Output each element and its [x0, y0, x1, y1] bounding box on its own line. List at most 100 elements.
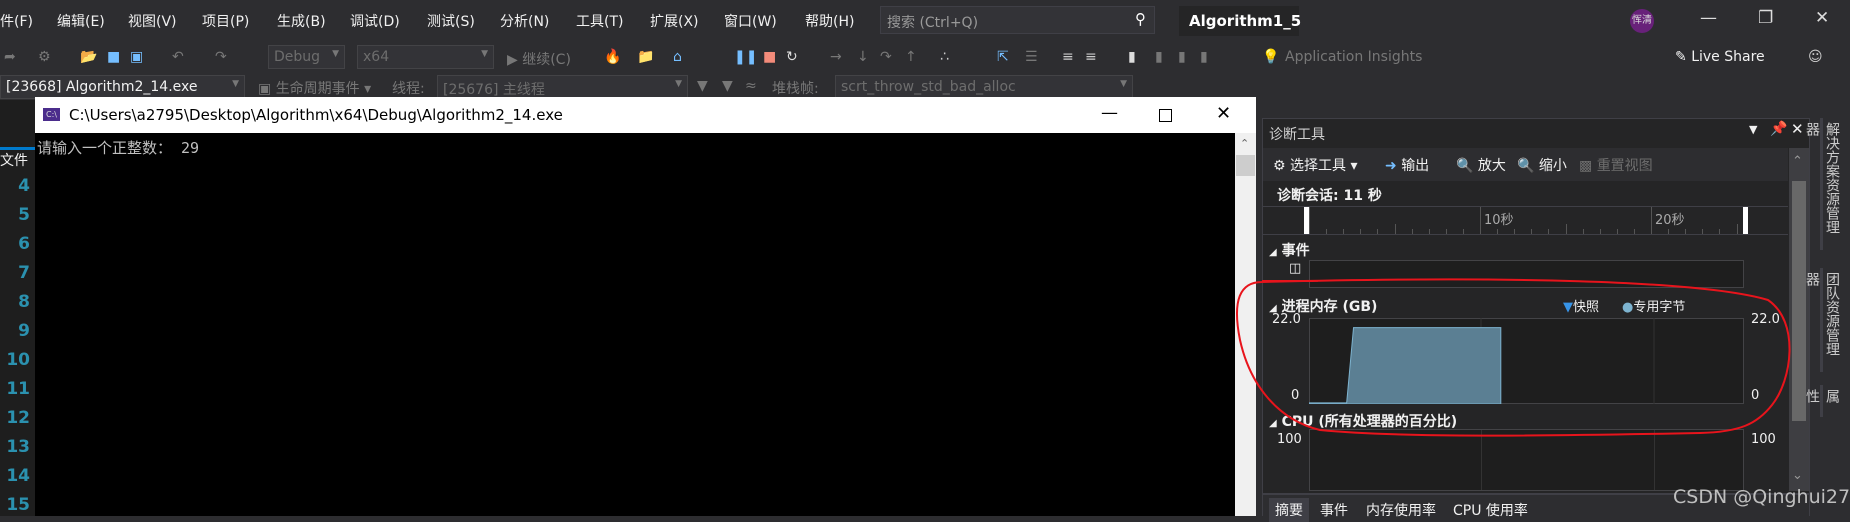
show-next-statement-icon[interactable]: → — [830, 49, 842, 65]
side-tab-solution-explorer[interactable]: 解决方案资源管理器 — [1804, 118, 1842, 250]
uncomment-icon[interactable]: ≡ — [1085, 49, 1097, 65]
menu-view[interactable]: 视图(V) — [128, 11, 177, 31]
save-icon[interactable]: ■ — [107, 49, 120, 65]
minimize-icon[interactable]: — — [1101, 103, 1118, 123]
app-insights-button[interactable]: Application Insights — [1285, 49, 1422, 65]
scroll-up-icon[interactable]: ⌃ — [1792, 154, 1803, 169]
scroll-down-icon[interactable]: ⌄ — [1792, 468, 1803, 483]
thread-label: 线程: — [392, 81, 425, 97]
undo-icon[interactable]: ↶ — [172, 49, 184, 65]
comment-icon[interactable]: ≡ — [1062, 49, 1074, 65]
menu-analyze[interactable]: 分析(N) — [500, 11, 549, 31]
zoom-in-button[interactable]: 🔍 放大 — [1456, 155, 1506, 175]
live-share-button[interactable]: ✎ Live Share — [1675, 49, 1765, 65]
bookmark-icon[interactable]: ▮ — [1128, 49, 1136, 65]
find-folder-icon[interactable]: 📁 — [637, 49, 654, 65]
process-select[interactable]: [23668] Algorithm2_14.exe ▼ — [0, 75, 245, 99]
tab-summary[interactable]: 摘要 — [1269, 498, 1309, 522]
cpu-header[interactable]: ◢ CPU (所有处理器的百分比) — [1269, 411, 1457, 431]
timeline-ruler[interactable]: 10秒 20秒 — [1263, 206, 1788, 235]
next-bookmark-icon[interactable]: ▮ — [1178, 49, 1186, 65]
lifecycle-events-button[interactable]: ▣ 生命周期事件 ▾ — [258, 78, 371, 98]
range-handle-right[interactable] — [1743, 207, 1748, 234]
console-window[interactable]: C:\ C:\Users\a2795\Desktop\Algorithm\x64… — [35, 97, 1256, 516]
restore-icon[interactable]: ❐ — [1758, 8, 1773, 28]
ruler-tick — [1531, 229, 1533, 234]
memory-chart[interactable] — [1309, 318, 1744, 404]
open-folder-icon[interactable]: 📂 — [80, 49, 97, 65]
scrollbar-thumb[interactable] — [1236, 155, 1255, 176]
save-all-icon[interactable]: ▣ — [130, 49, 143, 65]
menu-help[interactable]: 帮助(H) — [805, 11, 854, 31]
thread-select[interactable]: [25676] 主线程 ▼ — [437, 75, 688, 99]
process-icon[interactable]: ⌂ — [673, 49, 682, 65]
side-tab-team-explorer[interactable]: 团队资源管理器 — [1804, 268, 1842, 372]
ruler-tick — [1736, 224, 1738, 234]
editor-tab[interactable]: 文件 — [0, 150, 28, 170]
diag-scrollbar[interactable]: ⌃ ⌄ — [1789, 148, 1809, 491]
continue-button[interactable]: ▶ 继续(C) — [507, 49, 571, 69]
menu-tools[interactable]: 工具(T) — [576, 11, 623, 31]
reset-view-button[interactable]: ▩ 重置视图 — [1579, 155, 1653, 175]
select-tools-button[interactable]: ⚙ 选择工具 ▾ — [1273, 155, 1358, 175]
scroll-up-icon[interactable]: ⌃ — [1240, 137, 1249, 150]
close-icon[interactable]: ✕ — [1815, 8, 1829, 28]
console-scrollbar[interactable]: ⌃ — [1235, 133, 1256, 516]
events-label: 事件 — [1281, 243, 1310, 259]
filter-icon[interactable]: ▼ — [697, 78, 708, 94]
thread-value: [25676] 主线程 — [443, 82, 545, 98]
hot-reload-icon[interactable]: 🔥 — [604, 49, 621, 65]
redo-icon[interactable]: ↷ — [215, 49, 227, 65]
back-icon[interactable]: ➦ — [4, 49, 16, 65]
code-editor[interactable]: 文件 4 5 6 7 8 9 10 11 12 13 14 15 — [0, 100, 35, 516]
search-input[interactable]: 搜索 (Ctrl+Q) ⚲ — [880, 6, 1155, 34]
zoom-out-button[interactable]: 🔍 缩小 — [1517, 155, 1567, 175]
new-item-icon[interactable]: ⚙ — [38, 49, 51, 65]
restart-icon[interactable]: ↻ — [786, 49, 798, 65]
menu-test[interactable]: 测试(S) — [427, 11, 475, 31]
clear-bookmarks-icon[interactable]: ▮ — [1200, 49, 1208, 65]
close-icon[interactable]: ✕ — [1216, 103, 1231, 124]
range-handle-left[interactable] — [1304, 207, 1309, 234]
panel-menu-icon[interactable]: ▼ — [1749, 123, 1757, 136]
stop-icon[interactable]: ■ — [763, 49, 776, 65]
tab-cpu-usage[interactable]: CPU 使用率 — [1453, 500, 1528, 520]
menu-debug[interactable]: 调试(D) — [350, 11, 400, 31]
pin-icon[interactable]: 📌 — [1770, 121, 1787, 137]
pause-icon[interactable]: ❚❚ — [734, 49, 757, 65]
menu-edit[interactable]: 编辑(E) — [57, 11, 105, 31]
menu-file[interactable]: 件(F) — [0, 11, 33, 31]
legend-snapshot: ▼快照 — [1563, 296, 1599, 315]
process-value: [23668] Algorithm2_14.exe — [6, 79, 198, 95]
minimize-icon[interactable]: — — [1700, 8, 1717, 28]
side-tab-properties[interactable]: 属性 — [1804, 385, 1842, 417]
tab-events[interactable]: 事件 — [1320, 500, 1348, 520]
menu-build[interactable]: 生成(B) — [277, 11, 326, 31]
tab-memory-usage[interactable]: 内存使用率 — [1366, 500, 1436, 520]
step-out-icon[interactable]: ↑ — [905, 49, 917, 65]
step-into-icon[interactable]: ↓ — [857, 49, 869, 65]
console-title-bar[interactable]: C:\ C:\Users\a2795\Desktop\Algorithm\x64… — [35, 97, 1256, 133]
menu-extensions[interactable]: 扩展(X) — [650, 11, 699, 31]
configuration-select[interactable]: Debug ▼ — [268, 45, 345, 69]
stack-frame-select[interactable]: scrt_throw_std_bad_alloc ▼ — [835, 75, 1133, 99]
maximize-icon[interactable] — [1159, 109, 1172, 122]
cpu-chart[interactable] — [1309, 429, 1744, 491]
feedback-icon[interactable]: ☺ — [1808, 49, 1823, 65]
ruler-tick — [1445, 229, 1447, 234]
menu-project[interactable]: 项目(P) — [202, 11, 249, 31]
output-button[interactable]: ➜ 输出 — [1385, 155, 1429, 175]
toggle-filter-icon[interactable]: ▼ — [722, 78, 733, 94]
layout-icon[interactable]: ☰ — [1025, 49, 1038, 65]
menu-window[interactable]: 窗口(W) — [724, 11, 777, 31]
scrollbar-thumb[interactable] — [1792, 181, 1806, 421]
select-element-icon[interactable]: ⇱ — [997, 49, 1009, 65]
prev-bookmark-icon[interactable]: ▮ — [1155, 49, 1163, 65]
flag-thread-icon[interactable]: ≈ — [745, 78, 757, 94]
events-track[interactable] — [1309, 260, 1744, 288]
avatar[interactable]: 恽清 — [1630, 9, 1654, 33]
platform-select[interactable]: x64 ▼ — [357, 45, 494, 69]
hex-display-icon[interactable]: ∴ — [940, 49, 949, 65]
events-header[interactable]: ◢ 事件 — [1269, 240, 1310, 260]
step-over-icon[interactable]: ↷ — [880, 49, 892, 65]
